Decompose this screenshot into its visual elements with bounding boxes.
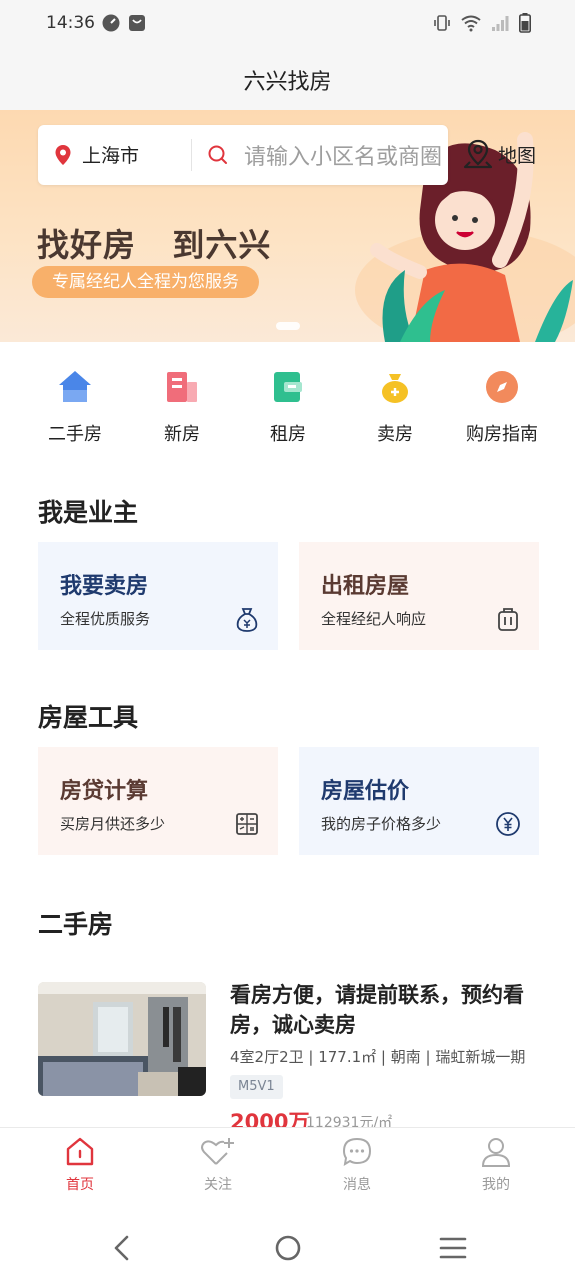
category-secondhand[interactable]: 二手房 [20, 362, 130, 446]
card-subtitle: 全程经纪人响应 [321, 610, 427, 628]
card-title: 出租房屋 [321, 574, 410, 599]
listing-details: 4室2厅2卫 | 177.1㎡ | 朝南 | 瑞虹新城一期 [230, 1048, 526, 1066]
vibrate-icon [434, 15, 450, 31]
category-label: 购房指南 [466, 424, 538, 445]
status-bar: 14:36 [0, 0, 575, 48]
tab-label: 消息 [343, 1177, 371, 1193]
bottom-tab-bar: 首页 关注 消息 我的 [0, 1127, 575, 1209]
speedometer-icon [102, 14, 120, 32]
house-icon [59, 371, 91, 402]
wifi-icon [461, 15, 481, 32]
wallet-icon [274, 372, 302, 402]
back-icon[interactable] [110, 1233, 134, 1263]
search-input[interactable]: 请输入小区名或商圈 [244, 139, 442, 171]
category-label: 租房 [270, 424, 306, 445]
menu-icon[interactable] [439, 1233, 467, 1263]
tab-follow[interactable]: 关注 [158, 1136, 278, 1194]
battery-icon [519, 13, 531, 33]
sell-house-card[interactable]: 我要卖房 全程优质服务 [38, 542, 278, 650]
category-row: 二手房 新房 租房 卖房 购房指南 [0, 362, 575, 452]
map-label: 地图 [498, 144, 537, 167]
home-circle-icon[interactable] [273, 1233, 303, 1263]
tab-profile[interactable]: 我的 [436, 1136, 556, 1194]
user-icon [481, 1138, 511, 1167]
app-header: 六兴找房 [0, 48, 575, 110]
money-bag-icon [236, 608, 258, 632]
search-icon [208, 145, 227, 164]
section-title-tools: 房屋工具 [38, 703, 139, 732]
city-selector[interactable]: 上海市 [82, 141, 139, 168]
card-title: 我要卖房 [60, 574, 149, 599]
heart-plus-icon [201, 1138, 234, 1165]
page-title: 六兴找房 [243, 70, 332, 95]
calculator-icon [236, 813, 258, 835]
category-label: 二手房 [48, 424, 102, 445]
category-rent[interactable]: 租房 [233, 362, 343, 446]
map-button[interactable]: 地图 [462, 138, 536, 170]
category-label: 新房 [164, 424, 200, 445]
listing-photo [38, 982, 206, 1096]
search-bar[interactable]: 上海市 请输入小区名或商圈 [38, 125, 448, 185]
chat-icon [342, 1137, 372, 1166]
money-bag-icon [382, 374, 408, 403]
banner-subtitle: 专属经纪人全程为您服务 [52, 272, 239, 292]
compass-icon [486, 371, 518, 403]
category-label: 卖房 [377, 424, 413, 445]
bag-notification-icon [129, 15, 145, 31]
rent-out-card[interactable]: 出租房屋 全程经纪人响应 [299, 542, 539, 650]
card-title: 房贷计算 [60, 779, 149, 804]
card-subtitle: 我的房子价格多少 [321, 815, 442, 833]
tab-label: 首页 [66, 1177, 94, 1193]
status-right-icons [433, 13, 531, 33]
card-title: 房屋估价 [321, 779, 410, 804]
mortgage-calculator-card[interactable]: 房贷计算 买房月供还多少 [38, 747, 278, 855]
category-guide[interactable]: 购房指南 [447, 362, 557, 446]
search-divider [191, 139, 192, 171]
card-subtitle: 全程优质服务 [60, 610, 151, 628]
map-pin-icon [463, 139, 493, 169]
signal-icon [492, 16, 509, 31]
listing-title: 看房方便，请提前联系，预约看房，诚心卖房 [230, 983, 524, 1037]
tab-label: 关注 [204, 1177, 232, 1193]
tab-messages[interactable]: 消息 [297, 1136, 417, 1194]
banner-subtitle-pill: 专属经纪人全程为您服务 [32, 266, 259, 298]
status-time: 14:36 [46, 13, 95, 33]
tab-home[interactable]: 首页 [20, 1136, 140, 1194]
category-sell[interactable]: 卖房 [340, 362, 450, 446]
tab-label: 我的 [482, 1177, 510, 1193]
section-title-secondhand: 二手房 [38, 910, 114, 939]
luggage-icon [498, 608, 518, 631]
carousel-indicator [276, 322, 300, 330]
banner-slogan: 找好房 到六兴 [37, 226, 272, 264]
listing-card[interactable]: 看房方便，请提前联系，预约看房，诚心卖房 4室2厅2卫 | 177.1㎡ | 朝… [38, 980, 538, 1134]
yuan-icon [496, 812, 520, 836]
home-icon [66, 1137, 94, 1166]
listing-tag: M5V1 [230, 1075, 283, 1099]
hero-banner[interactable]: 上海市 请输入小区名或商圈 地图 找好房 到六兴 专属经纪人全程为您服务 [0, 110, 575, 342]
system-navigation-bar [0, 1209, 575, 1280]
house-valuation-card[interactable]: 房屋估价 我的房子价格多少 [299, 747, 539, 855]
card-subtitle: 买房月供还多少 [60, 815, 166, 833]
location-pin-icon [55, 145, 71, 165]
section-title-owner: 我是业主 [38, 498, 139, 527]
building-icon [167, 372, 197, 402]
category-new-home[interactable]: 新房 [127, 362, 237, 446]
